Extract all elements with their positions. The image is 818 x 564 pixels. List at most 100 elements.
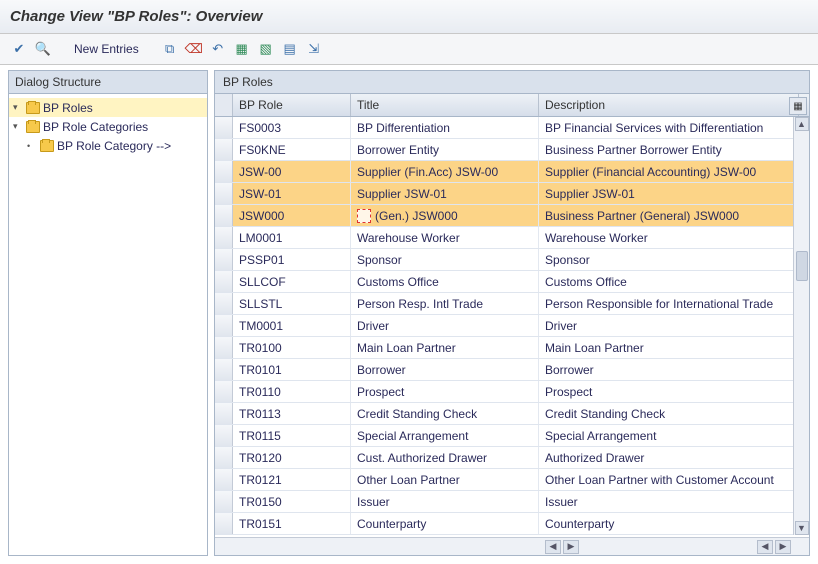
table-row[interactable]: TR0115Special ArrangementSpecial Arrange… — [215, 425, 809, 447]
cell-bp-role[interactable]: TR0113 — [233, 403, 351, 424]
row-handle[interactable] — [215, 513, 233, 534]
cell-title[interactable]: Issuer — [351, 491, 539, 512]
row-handle[interactable] — [215, 227, 233, 248]
cell-title[interactable]: (Gen.) JSW000 — [351, 205, 539, 226]
table-config-icon[interactable]: ▦ — [789, 97, 807, 115]
table-row[interactable]: FS0003BP DifferentiationBP Financial Ser… — [215, 117, 809, 139]
scroll-thumb[interactable] — [796, 251, 808, 281]
cell-description[interactable]: Authorized Drawer — [539, 447, 799, 468]
tree-node[interactable]: ▾BP Roles — [9, 98, 207, 117]
cell-description[interactable]: Issuer — [539, 491, 799, 512]
cell-bp-role[interactable]: TR0110 — [233, 381, 351, 402]
cell-description[interactable]: Customs Office — [539, 271, 799, 292]
row-handle[interactable] — [215, 161, 233, 182]
row-handle[interactable] — [215, 447, 233, 468]
cell-title[interactable]: Supplier (Fin.Acc) JSW-00 — [351, 161, 539, 182]
cell-title[interactable]: Sponsor — [351, 249, 539, 270]
cell-bp-role[interactable]: TR0151 — [233, 513, 351, 534]
row-handle[interactable] — [215, 381, 233, 402]
table-row[interactable]: TR0110ProspectProspect — [215, 381, 809, 403]
cell-bp-role[interactable]: SLLSTL — [233, 293, 351, 314]
scroll-up-icon[interactable]: ▲ — [795, 117, 809, 131]
cell-description[interactable]: BP Financial Services with Differentiati… — [539, 117, 799, 138]
table-row[interactable]: PSSP01SponsorSponsor — [215, 249, 809, 271]
col-bp-role[interactable]: BP Role — [233, 94, 351, 116]
row-handle[interactable] — [215, 183, 233, 204]
scroll-down-icon[interactable]: ▼ — [795, 521, 809, 535]
row-handle[interactable] — [215, 293, 233, 314]
cell-title[interactable]: Supplier JSW-01 — [351, 183, 539, 204]
cell-bp-role[interactable]: TR0121 — [233, 469, 351, 490]
cell-bp-role[interactable]: PSSP01 — [233, 249, 351, 270]
cell-description[interactable]: Credit Standing Check — [539, 403, 799, 424]
table-row[interactable]: TM0001DriverDriver — [215, 315, 809, 337]
hscroll-left2-icon[interactable]: ◀ — [757, 540, 773, 554]
cell-bp-role[interactable]: TM0001 — [233, 315, 351, 336]
export-icon[interactable]: ⇲ — [305, 40, 323, 58]
row-handle[interactable] — [215, 469, 233, 490]
table-settings-icon[interactable]: ▤ — [281, 40, 299, 58]
cell-description[interactable]: Main Loan Partner — [539, 337, 799, 358]
undo-icon[interactable]: ↶ — [209, 40, 227, 58]
cell-title[interactable]: Borrower Entity — [351, 139, 539, 160]
cell-description[interactable]: Counterparty — [539, 513, 799, 534]
deselect-all-icon[interactable]: ▧ — [257, 40, 275, 58]
cell-bp-role[interactable]: LM0001 — [233, 227, 351, 248]
col-title[interactable]: Title — [351, 94, 539, 116]
col-description[interactable]: Description — [539, 94, 799, 116]
row-handle[interactable] — [215, 315, 233, 336]
cell-description[interactable]: Special Arrangement — [539, 425, 799, 446]
cell-description[interactable]: Warehouse Worker — [539, 227, 799, 248]
table-row[interactable]: SLLCOFCustoms OfficeCustoms Office — [215, 271, 809, 293]
cell-title[interactable]: Special Arrangement — [351, 425, 539, 446]
cell-description[interactable]: Borrower — [539, 359, 799, 380]
tree-toggle-icon[interactable]: • — [27, 141, 37, 151]
new-entries-button[interactable]: New Entries — [70, 40, 143, 58]
table-row[interactable]: SLLSTLPerson Resp. Intl TradePerson Resp… — [215, 293, 809, 315]
cell-title[interactable]: Credit Standing Check — [351, 403, 539, 424]
row-handle[interactable] — [215, 117, 233, 138]
cell-title[interactable]: Driver — [351, 315, 539, 336]
row-handle[interactable] — [215, 249, 233, 270]
hscroll-right-icon[interactable]: ▶ — [563, 540, 579, 554]
cell-title[interactable]: Counterparty — [351, 513, 539, 534]
table-row[interactable]: TR0151CounterpartyCounterparty — [215, 513, 809, 535]
hscroll-right2-icon[interactable]: ▶ — [775, 540, 791, 554]
find-icon[interactable]: 🔍 — [34, 40, 52, 58]
row-handle[interactable] — [215, 359, 233, 380]
table-row[interactable]: FS0KNEBorrower EntityBusiness Partner Bo… — [215, 139, 809, 161]
select-all-icon[interactable]: ▦ — [233, 40, 251, 58]
cell-title[interactable]: Prospect — [351, 381, 539, 402]
cell-title[interactable]: Main Loan Partner — [351, 337, 539, 358]
table-row[interactable]: TR0113Credit Standing CheckCredit Standi… — [215, 403, 809, 425]
cell-title[interactable]: Warehouse Worker — [351, 227, 539, 248]
cell-description[interactable]: Supplier JSW-01 — [539, 183, 799, 204]
execute-icon[interactable]: ✔ — [10, 40, 28, 58]
cell-description[interactable]: Supplier (Financial Accounting) JSW-00 — [539, 161, 799, 182]
tree-node[interactable]: •BP Role Category --> — [9, 136, 207, 155]
cell-title[interactable]: Other Loan Partner — [351, 469, 539, 490]
table-row[interactable]: TR0120Cust. Authorized DrawerAuthorized … — [215, 447, 809, 469]
cell-description[interactable]: Business Partner Borrower Entity — [539, 139, 799, 160]
cell-bp-role[interactable]: JSW000 — [233, 205, 351, 226]
cell-title[interactable]: Borrower — [351, 359, 539, 380]
tree-toggle-icon[interactable]: ▾ — [13, 102, 23, 113]
cell-bp-role[interactable]: FS0KNE — [233, 139, 351, 160]
cell-title[interactable]: Cust. Authorized Drawer — [351, 447, 539, 468]
row-handle[interactable] — [215, 205, 233, 226]
cell-bp-role[interactable]: FS0003 — [233, 117, 351, 138]
cell-bp-role[interactable]: JSW-00 — [233, 161, 351, 182]
cell-title[interactable]: BP Differentiation — [351, 117, 539, 138]
table-row[interactable]: JSW000(Gen.) JSW000Business Partner (Gen… — [215, 205, 809, 227]
row-handle[interactable] — [215, 403, 233, 424]
row-handle[interactable] — [215, 139, 233, 160]
cell-description[interactable]: Other Loan Partner with Customer Account — [539, 469, 799, 490]
tree-node[interactable]: ▾BP Role Categories — [9, 117, 207, 136]
copy-icon[interactable]: ⧉ — [161, 40, 179, 58]
row-handle[interactable] — [215, 271, 233, 292]
row-handle[interactable] — [215, 425, 233, 446]
cell-bp-role[interactable]: TR0100 — [233, 337, 351, 358]
value-help-icon[interactable] — [357, 209, 371, 223]
cell-description[interactable]: Person Responsible for International Tra… — [539, 293, 799, 314]
table-row[interactable]: TR0101BorrowerBorrower — [215, 359, 809, 381]
